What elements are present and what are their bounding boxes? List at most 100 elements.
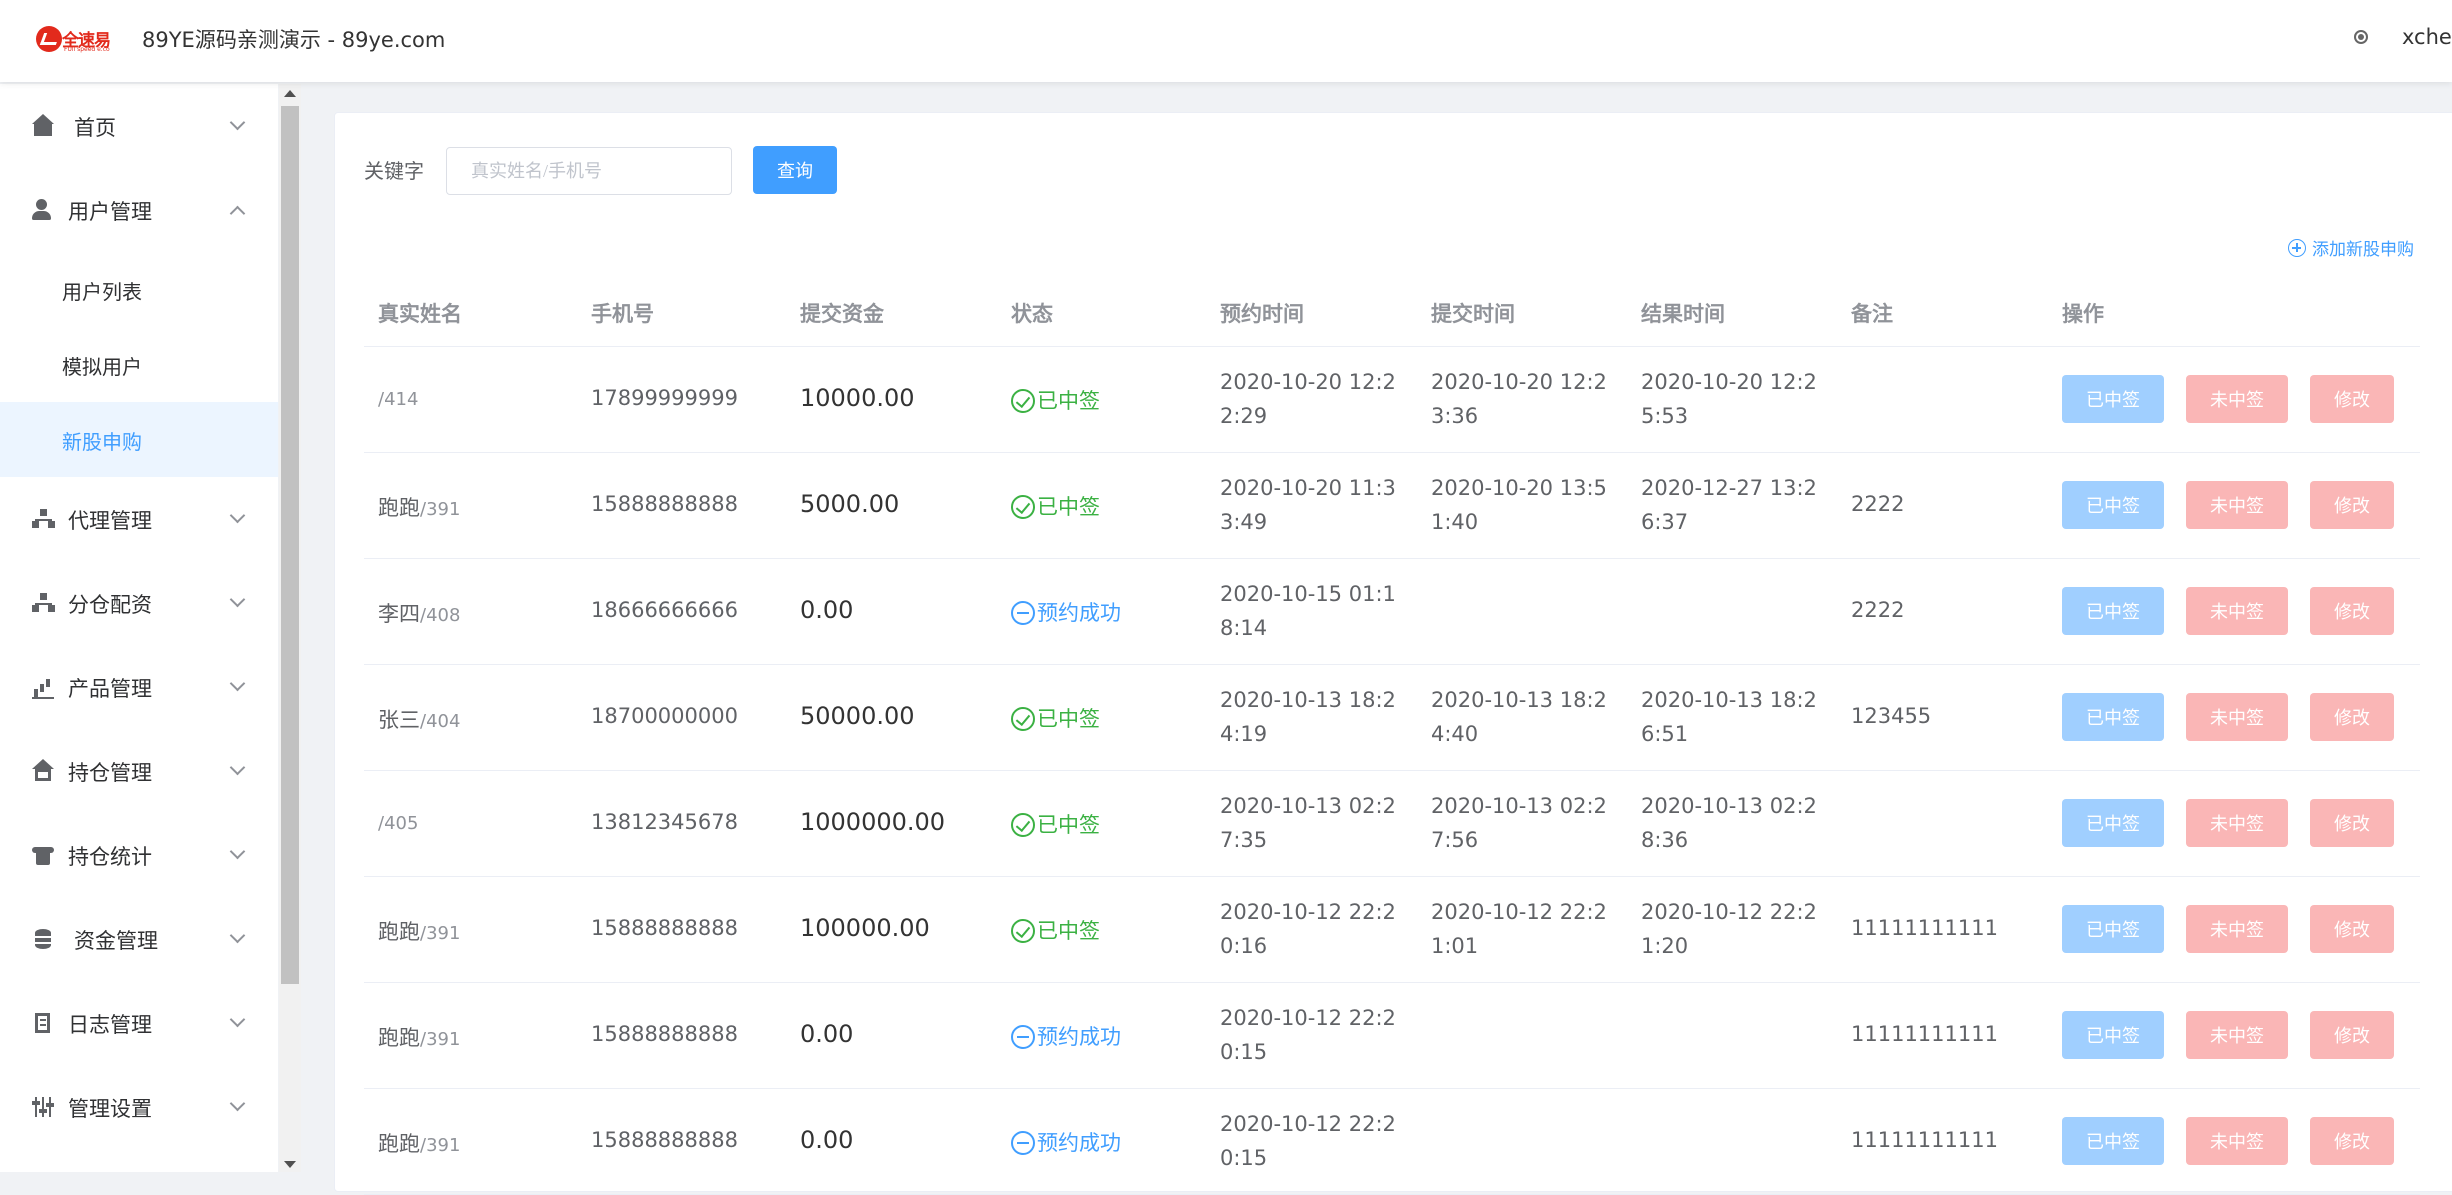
mark-lost-button[interactable]: 未中签 [2186,693,2288,741]
edit-button[interactable]: 修改 [2310,1011,2394,1059]
sidebar-item-11[interactable]: 日志管理 [0,981,278,1065]
amount-cell: 100000.00 [800,914,930,942]
real-name: 跑跑 [378,920,420,944]
column-header: 操作 [2062,302,2104,326]
phone-cell: 13812345678 [591,810,738,834]
name-cell: 跑跑/391 [378,1128,460,1158]
note-cell: 11111111111 [1851,1128,1998,1152]
user-id: /391 [420,1029,461,1050]
sidebar-scrollbar-thumb[interactable] [281,106,299,984]
scroll-up-arrow-icon[interactable] [284,90,296,97]
column-header: 结果时间 [1641,302,1725,326]
name-cell: 李四/408 [378,598,460,628]
note-cell: 2222 [1851,598,1905,622]
user-id: /391 [420,499,461,520]
sidebar-item-4[interactable]: 新股申购 [0,402,278,477]
edit-button[interactable]: 修改 [2310,799,2394,847]
sidebar-item-1[interactable]: 用户管理 [0,168,278,252]
note-cell: 11111111111 [1851,1022,1998,1046]
table-row: 跑跑/391 15888888888 5000.00 已中签 2020-10-20 11… [364,453,2420,559]
mark-lost-button[interactable]: 未中签 [2186,1117,2288,1165]
mark-lost-button[interactable]: 未中签 [2186,905,2288,953]
chevron-down-icon [229,843,246,860]
status-text: 已中签 [1037,495,1100,519]
edit-button[interactable]: 修改 [2310,587,2394,635]
theme-icon[interactable] [2354,30,2368,44]
mark-won-button[interactable]: 已中签 [2062,693,2164,741]
sidebar-item-0[interactable]: 首页 [0,84,278,168]
mark-won-button[interactable]: 已中签 [2062,587,2164,635]
name-cell: /405 [378,810,418,834]
mark-lost-button[interactable]: 未中签 [2186,799,2288,847]
query-button[interactable]: 查询 [753,146,837,194]
sidebar-item-6[interactable]: 分仓配资 [0,561,278,645]
user-id: /408 [420,605,461,626]
note-cell: 123455 [1851,704,1932,728]
sidebar-item-8[interactable]: 持仓管理 [0,729,278,813]
amount-cell: 5000.00 [800,490,900,518]
mark-won-button[interactable]: 已中签 [2062,481,2164,529]
sidebar-item-label: 分仓配资 [68,593,152,617]
database-icon [32,927,56,951]
sidebar-item-7[interactable]: 产品管理 [0,645,278,729]
add-circle-icon[interactable] [2288,239,2306,257]
result-time-cell: 2020-10-12 22:2 1:20 [1641,900,1817,958]
add-ipo-link[interactable]: 添加新股申购 [2312,235,2414,260]
sidebar-item-label: 持仓统计 [68,845,152,869]
sidebar-item-9[interactable]: 持仓统计 [0,813,278,897]
submit-time-cell: 2020-10-12 22:2 1:01 [1431,900,1607,958]
amount-cell: 1000000.00 [800,808,946,836]
scroll-down-arrow-icon[interactable] [284,1161,296,1168]
chevron-down-icon [229,1011,246,1028]
chevron-down-icon [229,1095,246,1112]
shirt-icon [32,843,56,867]
chevron-up-icon [229,205,246,222]
edit-button[interactable]: 修改 [2310,693,2394,741]
phone-cell: 18666666666 [591,598,738,622]
user-name[interactable]: xchen [2402,25,2452,49]
mark-won-button[interactable]: 已中签 [2062,375,2164,423]
mark-lost-button[interactable]: 未中签 [2186,1011,2288,1059]
user-id: /414 [378,389,419,410]
edit-button[interactable]: 修改 [2310,1117,2394,1165]
sidebar-item-5[interactable]: 代理管理 [0,477,278,561]
status-text: 预约成功 [1037,1025,1121,1049]
name-cell: 张三/404 [378,704,460,734]
org-chart-icon [32,591,56,615]
edit-button[interactable]: 修改 [2310,481,2394,529]
sidebar-item-2[interactable]: 用户列表 [0,252,278,327]
user-id: /391 [420,923,461,944]
mark-won-button[interactable]: 已中签 [2062,1117,2164,1165]
reserve-time-cell: 2020-10-13 02:2 7:35 [1220,794,1396,852]
status-badge: 预约成功 [1011,1127,1121,1157]
search-input[interactable] [446,147,732,195]
reserve-time-cell: 2020-10-20 12:2 2:29 [1220,370,1396,428]
reserve-time-cell: 2020-10-12 22:2 0:15 [1220,1112,1396,1170]
sidebar-item-12[interactable]: 管理设置 [0,1065,278,1149]
reserve-time-cell: 2020-10-13 18:2 4:19 [1220,688,1396,746]
chart-icon [32,675,56,699]
amount-cell: 0.00 [800,596,854,624]
status-badge: 已中签 [1011,703,1100,733]
sidebar-item-10[interactable]: 资金管理 [0,897,278,981]
logo-subtext: FUll speed e.co [64,46,110,53]
chevron-down-icon [229,591,246,608]
sidebar-item-label: 新股申购 [62,429,142,454]
status-badge: 已中签 [1011,915,1100,945]
sidebar-item-3[interactable]: 模拟用户 [0,327,278,402]
mark-won-button[interactable]: 已中签 [2062,799,2164,847]
mark-won-button[interactable]: 已中签 [2062,905,2164,953]
mark-lost-button[interactable]: 未中签 [2186,587,2288,635]
mark-lost-button[interactable]: 未中签 [2186,375,2288,423]
amount-cell: 0.00 [800,1126,854,1154]
edit-button[interactable]: 修改 [2310,905,2394,953]
logo[interactable]: 全速易 FUll speed e.co [36,24,111,54]
chevron-down-icon [229,114,246,131]
sidebar-item-label: 管理设置 [68,1097,152,1121]
mark-lost-button[interactable]: 未中签 [2186,481,2288,529]
status-text: 已中签 [1037,919,1100,943]
edit-button[interactable]: 修改 [2310,375,2394,423]
minus-circle-icon [1011,1025,1035,1049]
sidebar-item-label: 用户列表 [62,279,142,304]
mark-won-button[interactable]: 已中签 [2062,1011,2164,1059]
